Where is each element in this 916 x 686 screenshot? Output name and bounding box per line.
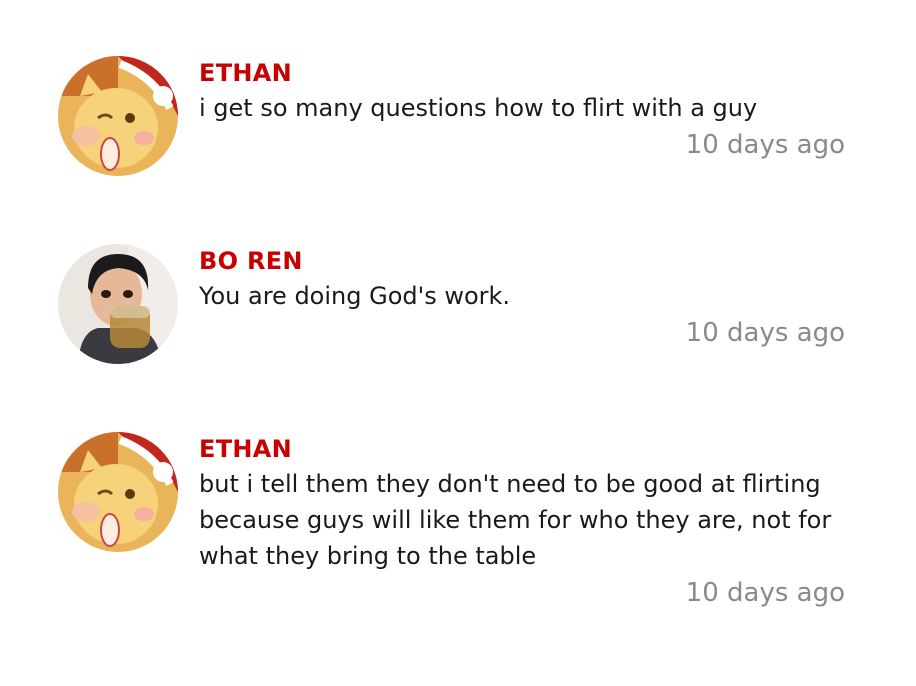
- cartoon-cat-avatar-icon: [58, 56, 178, 176]
- comment-text: but i tell them they don't need to be go…: [199, 470, 832, 570]
- avatar[interactable]: [58, 56, 178, 176]
- avatar[interactable]: [58, 244, 178, 364]
- person-photo-avatar-icon: [58, 244, 178, 364]
- comment-text: You are doing God's work.: [199, 282, 511, 310]
- comment-timestamp: 10 days ago: [685, 578, 845, 608]
- comment-timestamp: 10 days ago: [685, 318, 845, 348]
- avatar[interactable]: [58, 432, 178, 552]
- comment-author[interactable]: ETHAN: [199, 56, 849, 90]
- comment-text: i get so many questions how to flirt wit…: [199, 94, 758, 122]
- cartoon-cat-avatar-icon: [58, 432, 178, 552]
- comment-author[interactable]: BO REN: [199, 244, 849, 278]
- comment-author[interactable]: ETHAN: [199, 432, 849, 466]
- comment-timestamp: 10 days ago: [685, 130, 845, 160]
